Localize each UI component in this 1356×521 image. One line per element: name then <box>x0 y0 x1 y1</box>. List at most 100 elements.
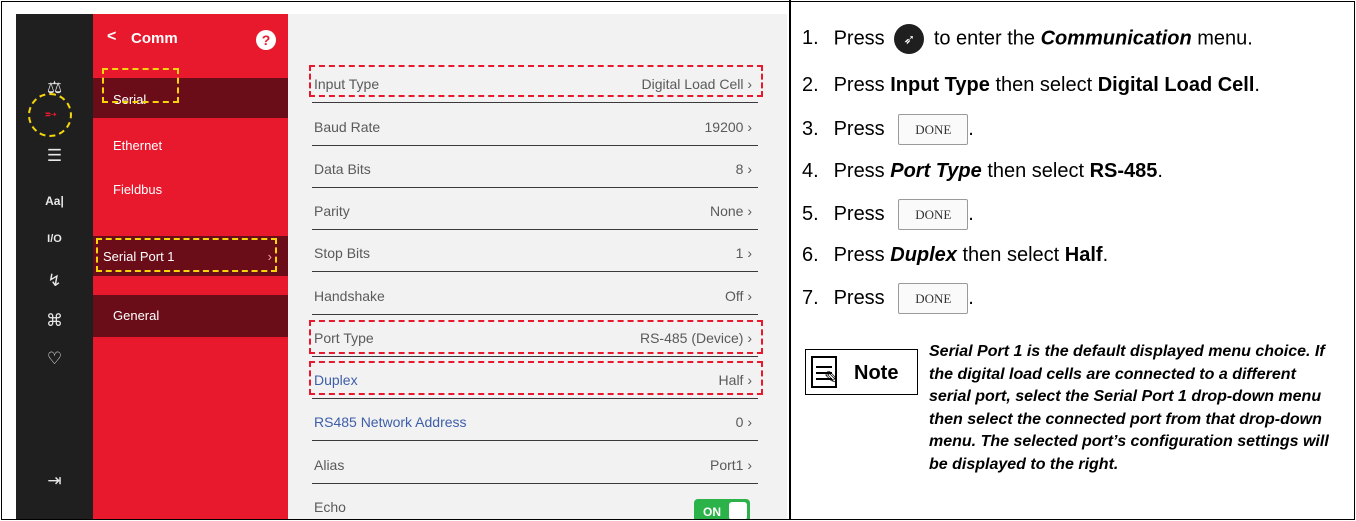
calibration-icon[interactable]: ↯ <box>16 270 93 292</box>
menu-item-label: Ethernet <box>113 138 163 153</box>
setting-value: 19200 › <box>704 119 752 135</box>
step-emphasis: Input Type <box>890 74 990 96</box>
network-icon[interactable]: ⌘ <box>16 310 93 332</box>
settings-panel: Input Type Digital Load Cell › Baud Rate… <box>288 14 787 519</box>
setting-value: 1 › <box>735 245 752 261</box>
echo-toggle[interactable]: ON <box>694 499 750 519</box>
note-callout: ✎ Note <box>805 349 918 395</box>
step-text: . <box>968 117 974 140</box>
step-text: Press <box>833 27 885 50</box>
step-text: to enter the <box>933 27 1035 50</box>
step-number: 5. <box>802 202 819 225</box>
step-emphasis: Digital Load Cell <box>1097 74 1255 96</box>
step-emphasis: Port Type <box>890 160 982 182</box>
setting-value: 8 › <box>735 161 752 177</box>
step-number: 2. <box>802 74 819 96</box>
step-emphasis: Duplex <box>890 244 957 266</box>
instructions-column: 1. Press ➶ to enter the Communication me… <box>802 0 1354 519</box>
setting-label: Echo <box>314 499 346 515</box>
note-label: Note <box>854 362 899 384</box>
setting-label: Parity <box>314 203 350 219</box>
setting-label: Alias <box>314 457 345 473</box>
step-2: 2. Press Input Type then select Digital … <box>802 74 1260 97</box>
setting-label: Stop Bits <box>314 245 371 261</box>
setting-row-network-address[interactable]: RS485 Network Address 0 › <box>312 401 758 441</box>
menu-title: Comm <box>131 30 178 47</box>
comm-menu: < Comm ? Serial Ethernet Fieldbus Serial… <box>93 14 288 519</box>
menu-item-general[interactable]: General <box>93 295 288 337</box>
step-number: 1. <box>802 27 819 50</box>
step-text: then select <box>962 244 1060 266</box>
setting-value: None › <box>709 203 752 219</box>
setting-value: 0 › <box>735 414 752 430</box>
step-text: . <box>1157 160 1163 182</box>
step-text: . <box>968 286 974 309</box>
step-emphasis: RS-485 <box>1089 160 1158 182</box>
step-1: 1. Press ➶ to enter the Communication me… <box>802 24 1253 54</box>
setting-row-baud-rate[interactable]: Baud Rate 19200 › <box>312 106 758 146</box>
menu-item-fieldbus[interactable]: Fieldbus <box>93 182 288 197</box>
communication-glyph: ➶ <box>39 103 62 126</box>
step-4: 4. Press Port Type then select RS-485. <box>802 160 1163 183</box>
setting-label: RS485 Network Address <box>314 414 467 430</box>
column-divider <box>789 0 791 519</box>
toggle-knob <box>729 502 747 519</box>
step-text: . <box>1102 244 1109 266</box>
back-chevron-icon[interactable]: < <box>107 28 116 46</box>
communication-icon[interactable]: ➶ <box>28 93 72 137</box>
setting-label: Baud Rate <box>314 119 381 135</box>
device-screen: ⚖ ➶ ☰ Aa| I/O ↯ ⌘ ♡ ⇥ < Comm ? Serial Et… <box>16 14 787 519</box>
icon-sidebar: ⚖ ➶ ☰ Aa| I/O ↯ ⌘ ♡ ⇥ <box>16 14 93 519</box>
step-5: 5. Press DONE. <box>802 199 974 230</box>
setting-row-alias[interactable]: Alias Port1 › <box>312 444 758 484</box>
help-icon[interactable]: ? <box>256 30 276 50</box>
step-text: menu. <box>1197 27 1253 50</box>
setting-label: Data Bits <box>314 161 371 177</box>
done-button: DONE <box>898 114 969 145</box>
step-text: Press <box>833 160 885 182</box>
step-emphasis: Communication <box>1040 27 1192 50</box>
step-3: 3. Press DONE. <box>802 114 974 145</box>
communication-icon: ➶ <box>894 24 925 54</box>
step-number: 7. <box>802 286 819 309</box>
pencil-icon: ✎ <box>824 368 840 388</box>
step-text: Press <box>833 74 885 96</box>
done-button: DONE <box>898 283 969 314</box>
setting-value: Port1 › <box>709 457 752 473</box>
step-text: . <box>1254 74 1260 96</box>
setting-row-parity[interactable]: Parity None › <box>312 190 758 230</box>
step-text: then select <box>987 160 1085 182</box>
step-emphasis: Half <box>1064 244 1103 266</box>
setting-row-stop-bits[interactable]: Stop Bits 1 › <box>312 232 758 272</box>
step-number: 4. <box>802 160 819 182</box>
step-text: Press <box>833 286 885 309</box>
exit-icon[interactable]: ⇥ <box>16 470 93 492</box>
step-7: 7. Press DONE. <box>802 283 974 314</box>
step-number: 6. <box>802 244 819 266</box>
duplex-highlight <box>309 361 763 395</box>
menu-item-ethernet[interactable]: Ethernet <box>93 138 288 153</box>
list-icon[interactable]: ☰ <box>16 145 93 167</box>
step-text: Press <box>833 244 885 266</box>
note-text: Serial Port 1 is the default displayed m… <box>929 343 1329 473</box>
setting-value: Off › <box>725 288 752 304</box>
port-type-highlight <box>309 320 763 354</box>
setting-row-handshake[interactable]: Handshake Off › <box>312 275 758 315</box>
menu-item-label: General <box>113 308 160 323</box>
menu-item-label: Fieldbus <box>113 182 163 197</box>
serial-highlight <box>102 68 179 103</box>
diagnostics-heart-icon[interactable]: ♡ <box>16 348 93 370</box>
input-type-highlight <box>309 65 763 97</box>
done-button: DONE <box>898 199 969 230</box>
setting-row-echo[interactable]: Echo ON <box>312 486 758 519</box>
step-text: . <box>968 202 974 225</box>
serial-port-highlight <box>96 238 277 272</box>
step-number: 3. <box>802 117 819 140</box>
toggle-label: ON <box>703 505 721 519</box>
menu-header: < Comm ? <box>93 14 288 58</box>
step-text: Press <box>833 117 885 140</box>
setting-row-data-bits[interactable]: Data Bits 8 › <box>312 148 758 188</box>
text-format-icon[interactable]: Aa| <box>16 190 93 212</box>
step-6: 6. Press Duplex then select Half. <box>802 244 1108 267</box>
io-icon[interactable]: I/O <box>16 228 93 250</box>
